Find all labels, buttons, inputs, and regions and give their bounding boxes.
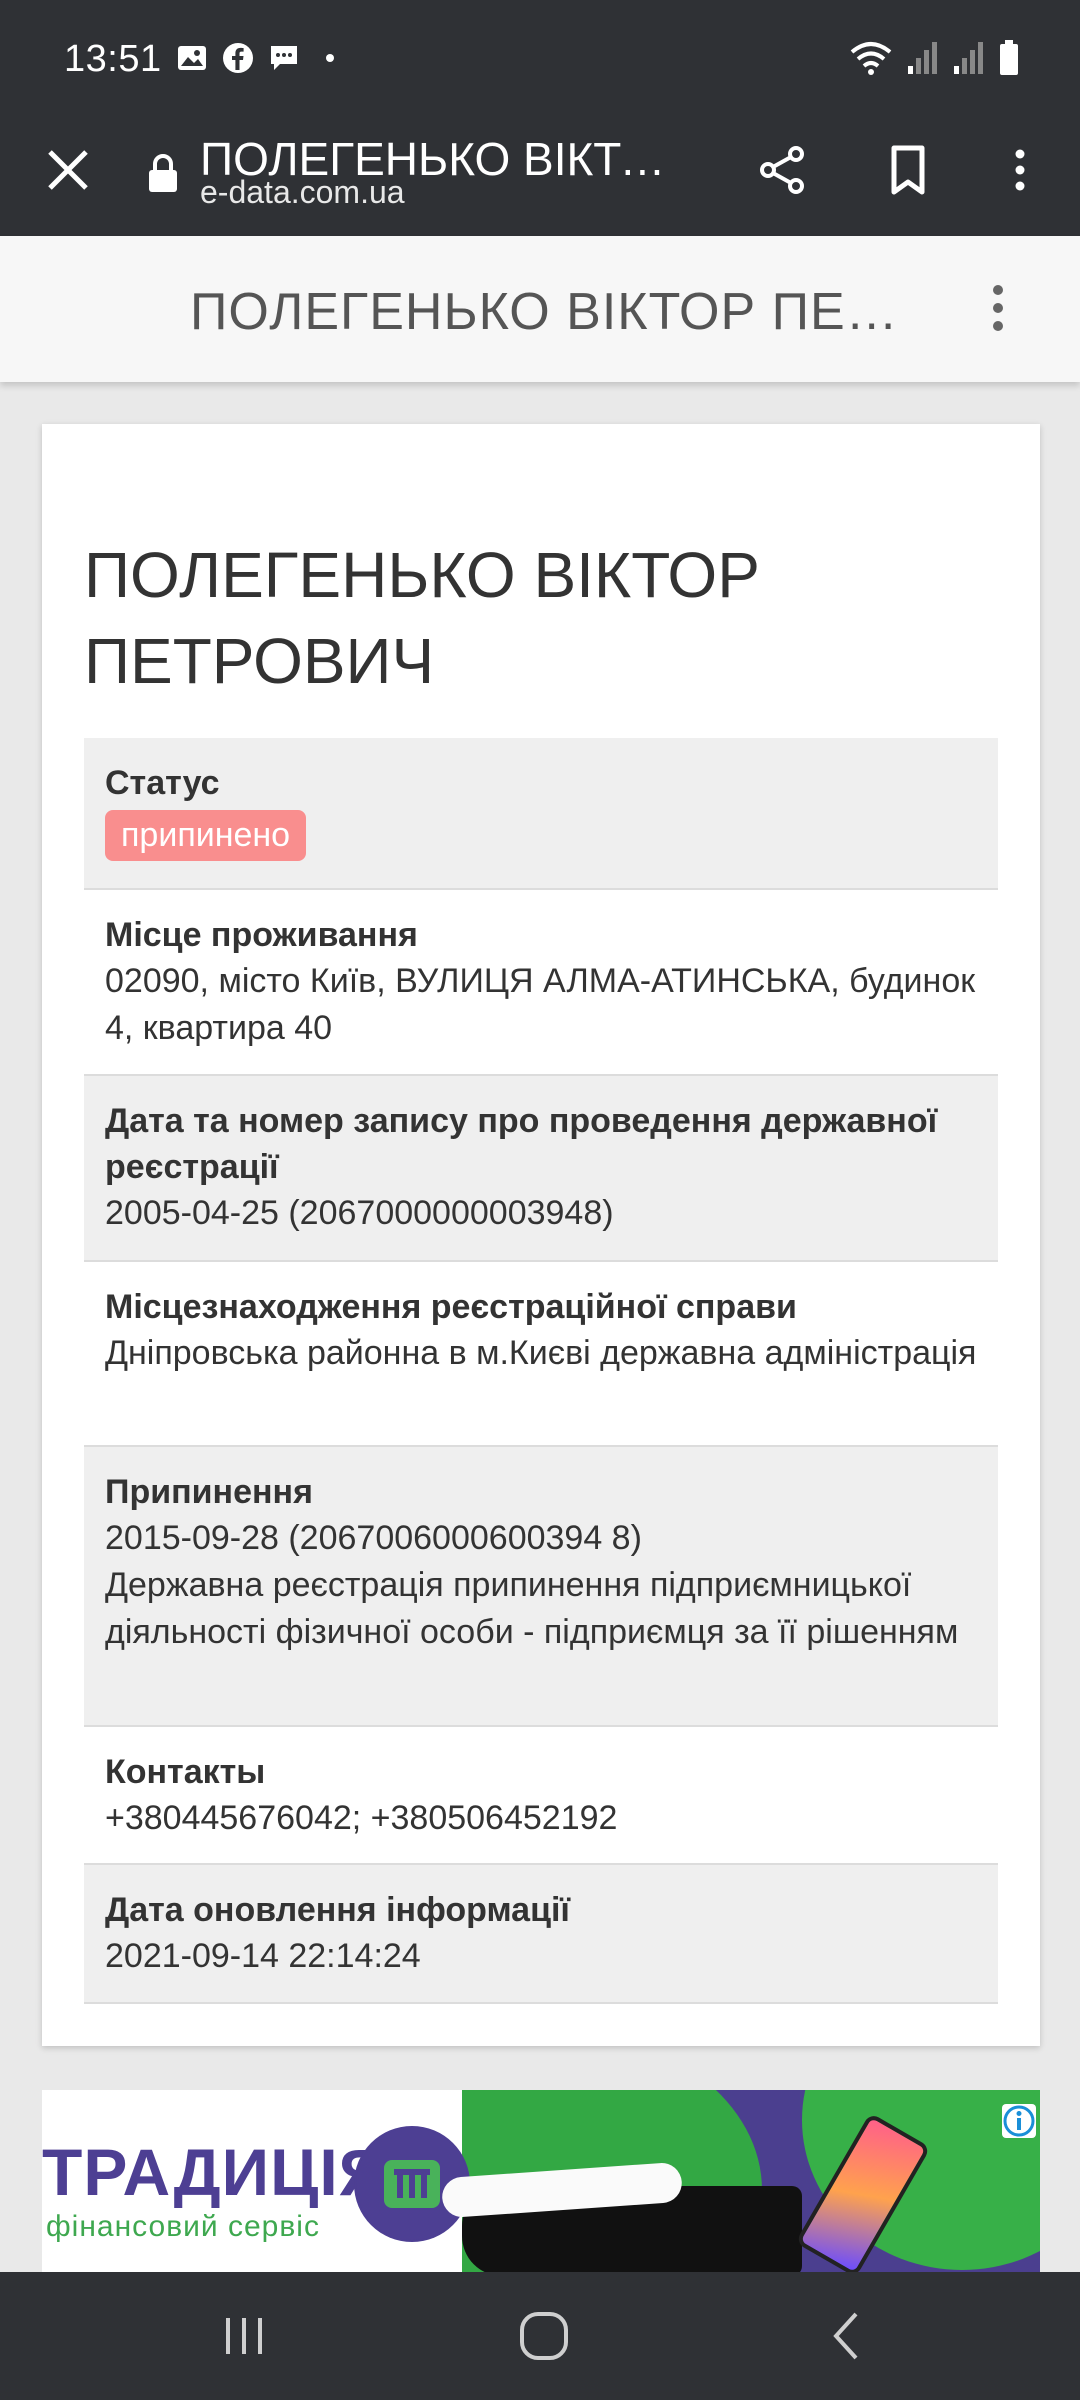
browser-toolbar: ПОЛЕГЕНЬКО ВІКТО... e-data.com.ua [0, 118, 1080, 236]
page-menu-icon[interactable] [978, 276, 1018, 340]
system-nav-bar [0, 2272, 1080, 2400]
entity-name: ПОЛЕГЕНЬКО ВІКТОР ПЕТРОВИЧ [84, 532, 964, 704]
ad-subtitle: фінансовий сервіс [46, 2210, 320, 2243]
details-table: Статус припинено Місце проживання 02090,… [84, 738, 998, 2004]
row-label: Дата оновлення інформації [105, 1891, 570, 1929]
home-icon[interactable] [514, 2308, 574, 2364]
signal-icon [908, 42, 937, 74]
row-value: Дніпровська районна в м.Києві державна а… [105, 1334, 977, 1372]
row-registry-location: Місцезнаходження реєстраційної справи Дн… [84, 1262, 998, 1447]
row-label: Статус [105, 764, 220, 802]
facebook-icon [223, 43, 253, 73]
page-header: ПОЛЕГЕНЬКО ВІКТОР ПЕТ... [0, 236, 1080, 382]
dot-icon [326, 54, 334, 62]
entity-card: ПОЛЕГЕНЬКО ВІКТОР ПЕТРОВИЧ Статус припин… [42, 424, 1040, 2046]
image-icon [178, 46, 206, 70]
message-icon [271, 46, 297, 70]
signal-icon [954, 42, 983, 74]
more-options-icon[interactable] [1000, 140, 1040, 200]
close-icon[interactable] [38, 140, 98, 200]
wifi-icon [850, 42, 892, 75]
system-icons [848, 40, 1020, 76]
row-label: Контакты [105, 1753, 266, 1791]
row-registration: Дата та номер запису про проведення держ… [84, 1076, 998, 1262]
row-value-detail: Державна реєстрація припинення підприємн… [105, 1566, 959, 1651]
ad-brand: ТРАДИЦІЯ [42, 2135, 388, 2209]
ad-banner[interactable]: ТРАДИЦІЯ фінансовий сервіс [42, 2090, 1040, 2272]
row-residence: Місце проживання 02090, місто Київ, ВУЛИ… [84, 890, 998, 1076]
row-label: Дата та номер запису про проведення держ… [105, 1102, 938, 1186]
row-status: Статус припинено [84, 738, 998, 890]
row-value: 2015-09-28 (2067006000600394 8) [105, 1519, 642, 1557]
status-badge: припинено [105, 810, 307, 861]
row-value: 2005-04-25 (2067000000003948) [105, 1194, 614, 1232]
page-header-title: ПОЛЕГЕНЬКО ВІКТОР ПЕТ... [190, 283, 910, 341]
ad-info-icon[interactable] [1002, 2104, 1036, 2138]
row-value: 02090, місто Київ, ВУЛИЦЯ АЛМА-АТИНСЬКА,… [105, 962, 976, 1047]
back-icon[interactable] [818, 2308, 878, 2364]
status-time: 13:51 [64, 38, 162, 80]
row-updated: Дата оновлення інформації 2021-09-14 22:… [84, 1865, 998, 2004]
row-label: Місцезнаходження реєстраційної справи [105, 1288, 797, 1326]
recent-apps-icon[interactable] [214, 2308, 274, 2364]
entity-name-line1: ПОЛЕГЕНЬКО ВІКТОР [84, 539, 760, 611]
lock-icon [149, 154, 177, 192]
status-bar: 13:51 [0, 0, 1080, 118]
row-label: Припинення [105, 1473, 313, 1511]
share-icon[interactable] [752, 140, 812, 200]
row-contacts: Контакты +380445676042; +380506452192 [84, 1727, 998, 1865]
row-value: 2021-09-14 22:14:24 [105, 1937, 421, 1975]
battery-icon [1000, 40, 1018, 75]
bookmark-icon[interactable] [878, 140, 938, 200]
row-termination: Припинення 2015-09-28 (2067006000600394 … [84, 1447, 998, 1727]
browser-domain[interactable]: e-data.com.ua [200, 174, 405, 211]
entity-name-line2: ПЕТРОВИЧ [84, 625, 435, 697]
row-value: +380445676042; +380506452192 [105, 1799, 618, 1837]
notification-icons [176, 42, 346, 74]
row-label: Місце проживання [105, 916, 418, 954]
